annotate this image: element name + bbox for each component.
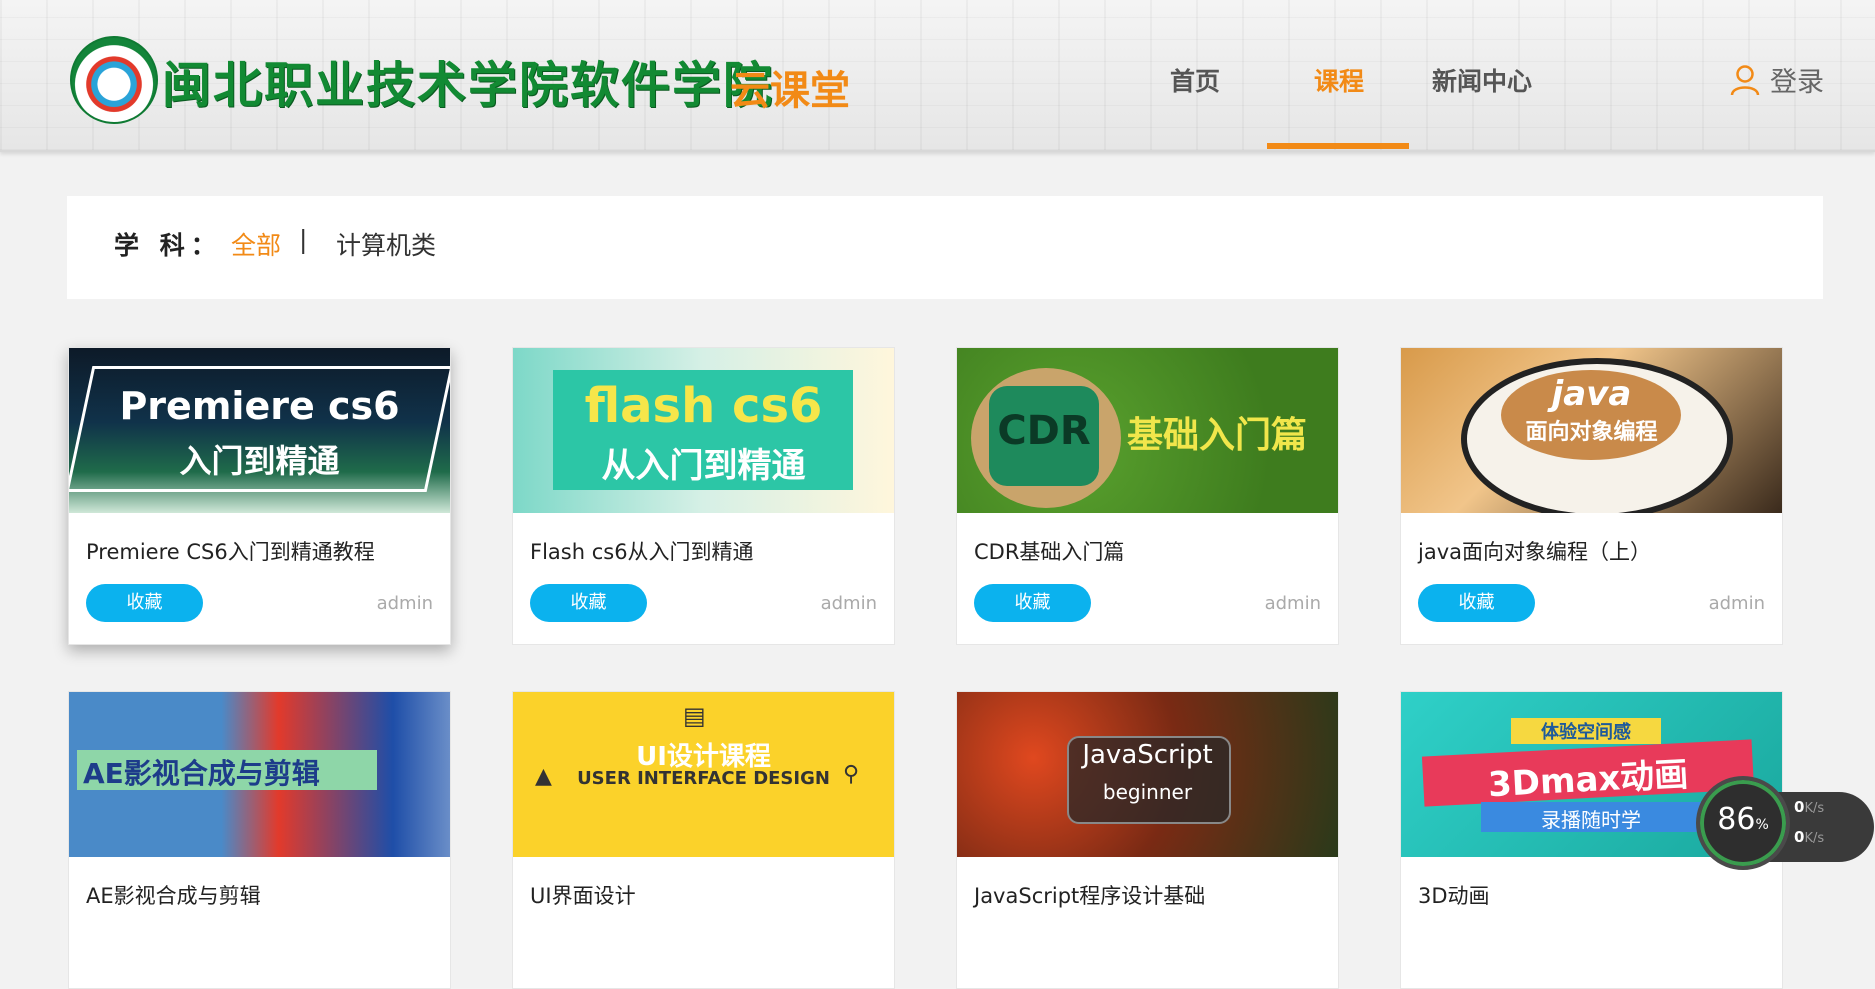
usage-percent-value: 86 <box>1717 802 1756 837</box>
filter-option-all[interactable]: 全部 <box>231 226 281 262</box>
thumb-title: CDR <box>997 408 1091 454</box>
thumb-subtitle: 从入门到精通 <box>601 446 806 486</box>
thumb-subtitle: 基础入门篇 <box>1127 415 1308 456</box>
download-speed: 0K/s <box>1794 828 1824 846</box>
thumb-title: Premiere cs6 <box>119 384 400 428</box>
login-button[interactable]: 登录 <box>1730 60 1824 99</box>
course-title[interactable]: Flash cs6从入门到精通 <box>530 536 754 566</box>
favorite-button[interactable]: 收藏 <box>86 584 203 622</box>
course-title[interactable]: UI界面设计 <box>530 880 636 910</box>
nav-active-indicator <box>1267 143 1409 149</box>
course-thumbnail: AE影视合成与剪辑 <box>69 692 450 857</box>
course-thumbnail: JavaScript beginner <box>957 692 1338 857</box>
download-value: 0 <box>1794 828 1805 846</box>
course-title[interactable]: 3D动画 <box>1418 880 1490 910</box>
flask-icon: ▲ <box>535 764 552 789</box>
course-card[interactable]: JavaScript beginner JavaScript程序设计基础 <box>956 691 1339 989</box>
school-emblem-icon[interactable] <box>70 36 158 124</box>
usage-percent: 86% <box>1700 802 1786 837</box>
thumb-title: JavaScript <box>1082 740 1213 770</box>
filter-label: 学 科： <box>114 231 222 260</box>
school-logo-text[interactable]: 闽北职业技术学院软件学院 <box>162 46 774 117</box>
course-thumbnail: flash cs6 从入门到精通 <box>513 348 894 513</box>
filter-separator: | <box>299 225 308 254</box>
favorite-button[interactable]: 收藏 <box>530 584 647 622</box>
course-card[interactable]: flash cs6 从入门到精通 Flash cs6从入门到精通 收藏 admi… <box>512 347 895 645</box>
subject-filter-bar: 学 科： 全部 | 计算机类 <box>67 196 1823 299</box>
user-icon <box>1730 64 1760 95</box>
course-thumbnail: Premiere cs6 入门到精通 <box>69 348 450 513</box>
thumb-subtitle: 录播随时学 <box>1541 808 1641 832</box>
memory-usage-dial[interactable]: 86% <box>1696 776 1790 870</box>
course-thumbnail: UI设计课程 USER INTERFACE DESIGN ▤ ▲ ⚲ <box>513 692 894 857</box>
favorite-button[interactable]: 收藏 <box>974 584 1091 622</box>
thumb-top-text: 体验空间感 <box>1541 722 1631 743</box>
course-title[interactable]: java面向对象编程（上） <box>1418 536 1651 566</box>
course-author: admin <box>1708 593 1765 614</box>
magnifier-icon: ⚲ <box>843 762 860 787</box>
course-card[interactable]: CDR 基础入门篇 CDR基础入门篇 收藏 admin <box>956 347 1339 645</box>
thumb-subtitle: 面向对象编程 <box>1525 420 1658 445</box>
upload-unit: K/s <box>1804 801 1825 816</box>
thumb-subtitle: 入门到精通 <box>179 442 340 480</box>
course-title[interactable]: AE影视合成与剪辑 <box>86 880 261 910</box>
usage-percent-unit: % <box>1755 817 1769 833</box>
course-title[interactable]: Premiere CS6入门到精通教程 <box>86 536 375 566</box>
course-title[interactable]: JavaScript程序设计基础 <box>974 880 1205 910</box>
course-author: admin <box>820 593 877 614</box>
upload-value: 0 <box>1794 798 1805 816</box>
thumb-title: java <box>1551 374 1632 414</box>
course-thumbnail: java 面向对象编程 <box>1401 348 1782 513</box>
thumb-subtitle: USER INTERFACE DESIGN <box>577 768 830 789</box>
course-card[interactable]: Premiere cs6 入门到精通 Premiere CS6入门到精通教程 收… <box>68 347 451 645</box>
course-author: admin <box>1264 593 1321 614</box>
upload-speed: 0K/s <box>1794 798 1824 816</box>
nav-home[interactable]: 首页 <box>1170 62 1220 98</box>
course-thumbnail: CDR 基础入门篇 <box>957 348 1338 513</box>
site-subtitle: 云课堂 <box>730 68 850 114</box>
thumb-title: AE影视合成与剪辑 <box>83 757 320 790</box>
network-speed-widget[interactable]: ↑ 0K/s ↓ 0K/s 86% <box>1694 776 1875 908</box>
thumb-subtitle: beginner <box>1102 780 1193 804</box>
course-author: admin <box>376 593 433 614</box>
course-card[interactable]: AE影视合成与剪辑 AE影视合成与剪辑 <box>68 691 451 989</box>
course-card[interactable]: UI设计课程 USER INTERFACE DESIGN ▤ ▲ ⚲ UI界面设… <box>512 691 895 989</box>
download-unit: K/s <box>1804 831 1825 846</box>
book-icon: ▤ <box>683 702 706 730</box>
course-card[interactable]: java 面向对象编程 java面向对象编程（上） 收藏 admin <box>1400 347 1783 645</box>
login-label: 登录 <box>1770 67 1824 98</box>
favorite-button[interactable]: 收藏 <box>1418 584 1535 622</box>
course-title[interactable]: CDR基础入门篇 <box>974 536 1124 566</box>
filter-option-computer[interactable]: 计算机类 <box>336 226 436 262</box>
nav-news-center[interactable]: 新闻中心 <box>1432 62 1532 98</box>
thumb-title: flash cs6 <box>584 378 823 434</box>
nav-courses[interactable]: 课程 <box>1314 62 1364 98</box>
site-header: 闽北职业技术学院软件学院 云课堂 首页 课程 新闻中心 登录 <box>0 0 1875 152</box>
